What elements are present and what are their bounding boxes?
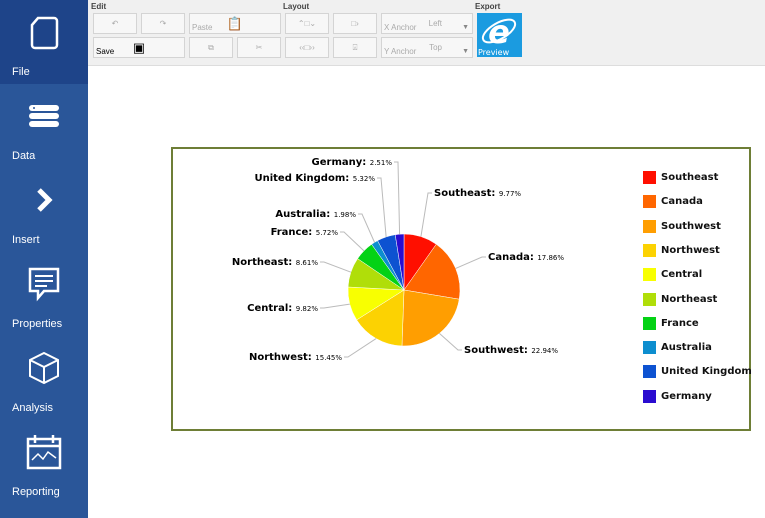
legend-label: France xyxy=(661,317,699,329)
slice-label: Southeast: 9.77% xyxy=(434,188,521,199)
slice-label: Central: 9.82% xyxy=(247,303,318,314)
legend-swatch xyxy=(643,292,656,306)
legend-item[interactable]: Southeast xyxy=(643,171,718,184)
legend-swatch xyxy=(643,171,656,184)
legend-item[interactable]: Southwest xyxy=(643,219,721,233)
leader-line xyxy=(340,231,365,252)
legend-item[interactable]: Central xyxy=(643,268,703,282)
legend-item[interactable]: France xyxy=(643,316,699,330)
legend-label: Southeast xyxy=(661,172,719,183)
legend-label: Germany xyxy=(661,390,712,402)
slice-label: Germany: 2.51% xyxy=(312,157,393,168)
legend-swatch xyxy=(643,219,656,233)
leader-line xyxy=(439,333,462,351)
leader-line xyxy=(358,213,375,243)
legend-swatch xyxy=(643,341,656,355)
legend-label: Australia xyxy=(661,342,712,354)
slice-label: Northwest: 15.45% xyxy=(249,352,342,363)
legend-item[interactable]: Germany xyxy=(643,389,712,403)
legend-swatch xyxy=(643,268,656,282)
legend-item[interactable]: Australia xyxy=(643,341,712,355)
legend-label: United Kingdom xyxy=(661,366,752,378)
legend-label: Northwest xyxy=(661,244,720,256)
pie-slice-southwest[interactable] xyxy=(401,289,460,347)
legend-swatch xyxy=(643,316,656,330)
legend-label: Southwest xyxy=(661,220,721,232)
legend-label: Canada xyxy=(661,196,703,208)
legend-item[interactable]: Northwest xyxy=(643,243,720,257)
legend-swatch xyxy=(643,389,656,403)
leader-line xyxy=(420,192,432,237)
slice-label: United Kingdom: 5.32% xyxy=(254,173,375,184)
slice-label: France: 5.72% xyxy=(271,227,339,238)
slice-label: Australia: 1.98% xyxy=(275,209,356,220)
legend-item[interactable]: Canada xyxy=(643,195,703,209)
leader-line xyxy=(377,177,387,237)
leader-line xyxy=(320,303,350,309)
slice-label: Southwest: 22.94% xyxy=(464,345,558,356)
legend-item[interactable]: United Kingdom xyxy=(643,365,752,379)
leader-line xyxy=(344,338,377,358)
slice-label: Canada: 17.86% xyxy=(488,252,564,263)
legend-label: Central xyxy=(661,269,703,281)
leader-line xyxy=(394,161,401,235)
legend-swatch xyxy=(643,195,656,209)
leader-line xyxy=(455,256,486,269)
legend-item[interactable]: Northeast xyxy=(643,292,718,306)
legend-swatch xyxy=(643,243,656,257)
legend-label: Northeast xyxy=(661,293,718,305)
leader-line xyxy=(320,261,352,273)
pie-chart: Southeast: 9.77% Canada: 17.86% Southwest:… xyxy=(232,157,564,363)
legend-swatch xyxy=(643,365,656,379)
slice-label: Northeast: 8.61% xyxy=(232,257,318,268)
